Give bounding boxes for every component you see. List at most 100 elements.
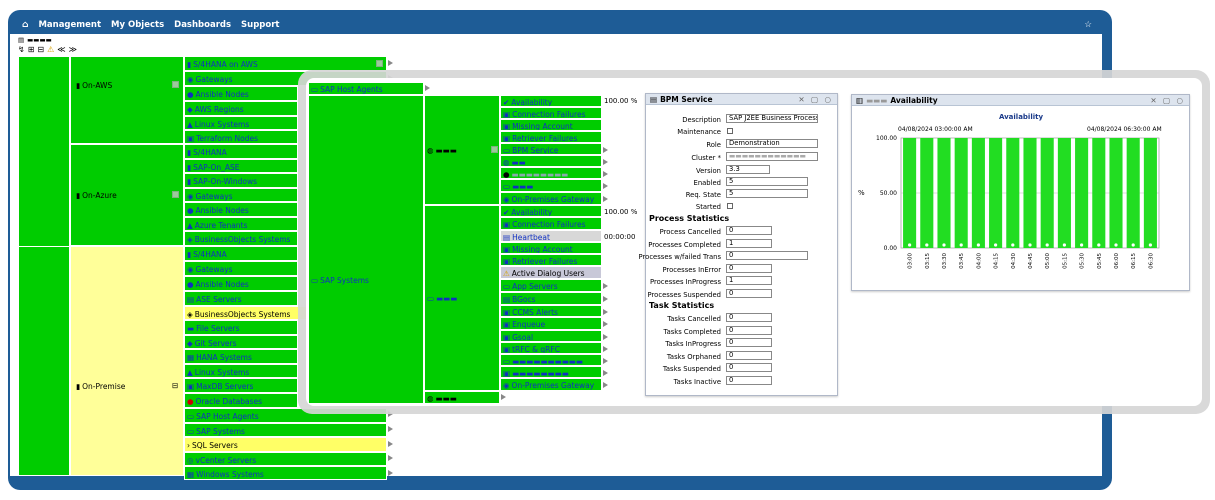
tree-item-warning[interactable]: ◈ BusinessObjects Systems xyxy=(184,306,308,320)
refresh-icon[interactable]: ↯ xyxy=(18,45,25,54)
version-field[interactable]: 3.3 xyxy=(726,165,770,174)
tree-item[interactable]: ▮ SAP-On-Windows xyxy=(184,173,298,188)
tree-root-node-part[interactable] xyxy=(18,246,70,476)
expand-arrow-icon[interactable] xyxy=(388,455,393,461)
stat-field[interactable]: 1 xyxy=(726,276,772,285)
expand-arrow-icon[interactable] xyxy=(603,283,608,289)
tree-item[interactable]: ▣ Missing Account xyxy=(500,242,602,254)
tree-item[interactable]: ▭ SAP Systems xyxy=(184,423,387,437)
tree-item[interactable]: ▮ SAP-On_ASE xyxy=(184,159,298,173)
tree-item[interactable]: ✔ Availability xyxy=(500,95,602,107)
expand-arrow-icon[interactable] xyxy=(603,358,608,364)
description-field[interactable]: SAP J2EE Business Process ... xyxy=(726,114,818,123)
expand-arrow-icon[interactable] xyxy=(388,60,393,66)
tree-item[interactable]: ◈ BusinessObjects Systems xyxy=(184,231,298,246)
tree-item[interactable]: ● Ansible Nodes xyxy=(184,86,298,101)
tree-item[interactable]: ▣ Terraform Nodes xyxy=(184,130,298,144)
tree-item[interactable]: ◉ On-Premises Gateway xyxy=(500,192,602,205)
tree-item[interactable]: ▣ Connection Failures xyxy=(500,217,602,230)
tree-item[interactable]: ◉ On-Premises Gateway xyxy=(500,378,602,391)
expand-arrow-icon[interactable] xyxy=(603,196,608,202)
expand-arrow-icon[interactable] xyxy=(603,183,608,189)
tree-item[interactable]: ▲ Linux Systems xyxy=(184,364,298,378)
tree-item[interactable]: ▣ tRFC & qRFC xyxy=(500,342,602,354)
tree-item[interactable]: ▣ Gsoal xyxy=(500,330,602,342)
expand-arrow-icon[interactable] xyxy=(603,334,608,340)
tree-item-warning[interactable]: › SQL Servers xyxy=(184,437,387,452)
stat-field[interactable]: 0 xyxy=(726,226,772,235)
collapse-toggle[interactable] xyxy=(376,60,383,67)
tree-item[interactable]: ▮ S/4HANA xyxy=(184,246,298,261)
tree-item[interactable]: ▣ Enqueue xyxy=(500,317,602,330)
tree-item[interactable]: ◉ Gateways xyxy=(184,188,298,202)
tree-item[interactable]: ▲ Linux Systems xyxy=(184,116,298,130)
tree-group-on-premise[interactable] xyxy=(70,246,184,476)
tree-item[interactable]: ● Oracle Databases xyxy=(184,393,298,408)
tree-group-on-aws[interactable] xyxy=(70,56,184,144)
tree-item[interactable]: ▤ ASE Servers xyxy=(184,291,298,306)
tree-item[interactable]: ◆ Git Servers xyxy=(184,335,298,349)
tree-item[interactable]: ▭ ▬▬▬ xyxy=(424,205,500,391)
expand-arrow-icon[interactable] xyxy=(603,159,608,165)
tree-item[interactable]: ▣ Retriever Failures xyxy=(500,131,602,143)
expand-arrow-icon[interactable] xyxy=(603,321,608,327)
tree-item[interactable]: ▦ HANA Systems xyxy=(184,349,298,364)
stat-field[interactable]: 0 xyxy=(726,289,772,298)
stat-field[interactable]: 1 xyxy=(726,239,772,248)
stat-field[interactable]: 0 xyxy=(726,338,772,347)
filter-icon[interactable]: ⊟ xyxy=(37,45,44,54)
tree-item[interactable]: ▣ Retriever Failures xyxy=(500,254,602,266)
menu-dashboards[interactable]: Dashboards xyxy=(174,20,231,30)
stat-field[interactable]: 0 xyxy=(726,351,772,360)
tree-item-inactive[interactable]: ⚠ Active Dialog Users xyxy=(500,266,602,279)
tree-item[interactable]: ▮ S/4HANA xyxy=(184,144,298,159)
expand-arrow-icon[interactable] xyxy=(501,394,506,400)
stat-field[interactable]: 0 xyxy=(726,313,772,322)
tree-item[interactable]: ◎ vCenter Servers xyxy=(184,452,387,466)
tree-item[interactable]: ● Ansible Nodes xyxy=(184,276,298,291)
stat-field[interactable]: 0 xyxy=(726,363,772,372)
tree-icon[interactable]: ⊞ xyxy=(28,45,35,54)
collapse-icon[interactable]: ≪ xyxy=(57,45,65,54)
menu-support[interactable]: Support xyxy=(241,20,279,30)
stat-field[interactable]: 0 xyxy=(726,326,772,335)
tree-item[interactable]: ▣ Missing Account xyxy=(500,119,602,131)
menu-my-objects[interactable]: My Objects xyxy=(111,20,164,30)
maintenance-checkbox[interactable] xyxy=(727,128,733,134)
panel-header[interactable]: ▥ ▬▬▬ Availability ✕ ▢ ○ xyxy=(852,95,1189,106)
tree-item[interactable]: ◆ AWS Regions xyxy=(184,101,298,116)
favorite-star-icon[interactable]: ☆ xyxy=(1084,20,1092,30)
req-state-field[interactable]: 5 xyxy=(726,189,808,198)
expand-arrow-icon[interactable] xyxy=(603,382,608,388)
collapse-toggle[interactable] xyxy=(491,146,498,153)
collapse-icon[interactable]: ⊟ xyxy=(172,381,178,390)
stat-field[interactable]: 0 xyxy=(726,376,772,385)
tree-item[interactable]: ◍ ▬▬ xyxy=(500,155,602,167)
panel-controls[interactable]: ✕ ▢ ○ xyxy=(798,95,833,104)
expand-arrow-icon[interactable] xyxy=(603,296,608,302)
tree-item[interactable]: ▣ Connection Failures xyxy=(500,107,602,119)
tree-item[interactable]: ▤ BGocs xyxy=(500,292,602,305)
tree-item[interactable]: ▭ ▬▬▬ xyxy=(500,179,602,192)
expand-icon[interactable]: ≫ xyxy=(69,45,77,54)
tree-item[interactable]: ◉ Gateways xyxy=(184,261,298,276)
expand-arrow-icon[interactable] xyxy=(388,441,393,447)
tree-item[interactable]: ▭ App Servers xyxy=(500,279,602,292)
stat-field[interactable]: 0 xyxy=(726,264,772,273)
warning-icon[interactable]: ⚠ xyxy=(47,45,54,54)
cluster-field[interactable]: ▬▬▬▬▬▬▬▬▬▬▬▬ xyxy=(726,152,818,161)
tree-item[interactable]: ▬ File Servers xyxy=(184,320,298,335)
tree-item[interactable]: ▣ MaxDB Servers xyxy=(184,378,298,393)
tree-item[interactable]: ▭ SAP Systems xyxy=(308,95,424,404)
expand-arrow-icon[interactable] xyxy=(388,426,393,432)
expand-arrow-icon[interactable] xyxy=(603,147,608,153)
started-checkbox[interactable] xyxy=(727,203,733,209)
tree-item[interactable]: ◍ ▬▬▬ xyxy=(424,391,500,404)
tree-item-inactive[interactable]: ▤ Heartbeat xyxy=(500,230,602,242)
role-field[interactable]: Demonstration xyxy=(726,139,818,148)
collapse-toggle[interactable] xyxy=(172,191,179,198)
expand-arrow-icon[interactable] xyxy=(603,171,608,177)
tree-item[interactable]: ▮ S/4HANA on AWS xyxy=(184,56,387,71)
breadcrumb[interactable]: ▤ ▬▬▬▬ xyxy=(18,35,52,44)
panel-controls[interactable]: ✕ ▢ ○ xyxy=(1150,96,1185,105)
